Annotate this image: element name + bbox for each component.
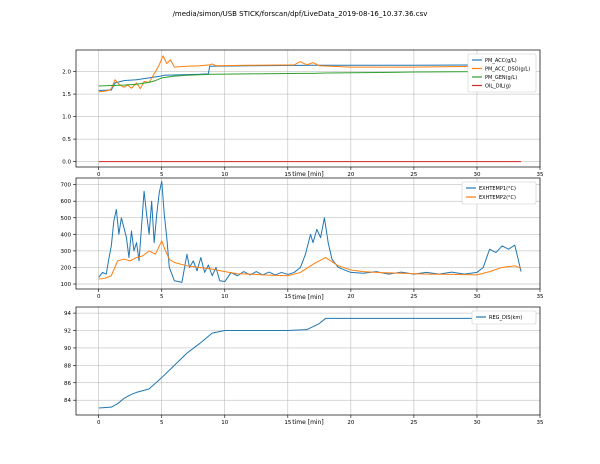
x-tick-label: 0	[97, 172, 101, 178]
y-tick-label: 84	[64, 398, 71, 404]
y-tick-label: 100	[61, 282, 72, 288]
x-tick-label: 35	[537, 172, 544, 178]
legend-label: PM_ACC(g/L)	[485, 58, 517, 64]
x-tick-label: 25	[410, 172, 417, 178]
y-tick-label: 90	[64, 346, 71, 352]
y-tick-label: 600	[61, 199, 72, 205]
grid	[76, 307, 541, 415]
x-tick-label: 35	[537, 420, 544, 426]
x-tick-label: 15	[284, 294, 291, 300]
series-line	[98, 69, 522, 87]
chart-panel-regen-distance: 0 5 10 15 20 25 30 35 84 86 88 90 92 94 time [min] R…	[64, 306, 544, 426]
y-tick-label: 86	[64, 381, 71, 387]
y-tick-label: 200	[61, 265, 72, 271]
legend-label: EXHTEMP1(°C)	[479, 186, 516, 192]
x-tick-label: 0	[97, 294, 101, 300]
x-tick-label: 10	[221, 420, 228, 426]
legend-label: PM_GEN(g/L)	[485, 75, 517, 81]
y-tick-label: 94	[64, 311, 71, 317]
x-tick-label: 30	[473, 294, 480, 300]
legend-label: OIL_DIL(g)	[485, 84, 511, 90]
y-tick-label: 0.0	[62, 160, 71, 166]
x-tick-label: 10	[221, 294, 228, 300]
x-tick-label: 5	[160, 420, 164, 426]
x-tick-label: 15	[284, 420, 291, 426]
y-tick-label: 92	[64, 329, 71, 335]
y-tick-label: 300	[61, 249, 72, 255]
x-tick-label: 25	[410, 294, 417, 300]
x-tick-label: 20	[347, 294, 354, 300]
legend-label: PM_ACC_DSO(g/L)	[485, 67, 530, 73]
y-tick-label: 700	[61, 183, 72, 189]
x-tick-label: 20	[347, 420, 354, 426]
x-tick-label: 15	[284, 172, 291, 178]
x-tick-label: 35	[537, 294, 544, 300]
y-ticks: 84 86 88 90 92 94	[64, 311, 76, 404]
y-tick-label: 1.0	[62, 115, 71, 121]
legend-label: EXHTEMP2(°C)	[479, 195, 516, 201]
chart-panel-pm: 0 5 10 15 20 25 30 35 0.0 0.5 1.0 1.5 2.0 time [min…	[62, 49, 544, 178]
legend: PM_ACC(g/L) PM_ACC_DSO(g/L) PM_GEN(g/L) OIL…	[467, 53, 537, 93]
figure-title: /media/simon/USB STICK/forscan/dpf/LiveD…	[173, 10, 428, 18]
x-tick-label: 10	[221, 172, 228, 178]
x-tick-label: 5	[160, 294, 164, 300]
x-axis-label: time [min]	[292, 419, 323, 426]
y-tick-label: 400	[61, 232, 72, 238]
series-lines	[98, 316, 522, 409]
series-line	[98, 316, 522, 409]
x-tick-label: 30	[473, 420, 480, 426]
x-tick-label: 5	[160, 172, 164, 178]
x-tick-label: 30	[473, 172, 480, 178]
legend: REG_DIS(km)	[471, 310, 537, 325]
y-ticks: 100 200 300 400 500 600 700	[61, 183, 76, 288]
legend: EXHTEMP1(°C) EXHTEMP2(°C)	[461, 181, 537, 205]
x-tick-label: 25	[410, 420, 417, 426]
y-tick-label: 2.0	[62, 70, 71, 76]
x-tick-label: 20	[347, 172, 354, 178]
y-ticks: 0.0 0.5 1.0 1.5 2.0	[62, 70, 76, 166]
y-tick-label: 500	[61, 216, 72, 222]
plot-frame	[75, 306, 541, 416]
figure: /media/simon/USB STICK/forscan/dpf/LiveD…	[61, 10, 544, 426]
legend-label: REG_DIS(km)	[489, 315, 522, 321]
x-tick-label: 0	[97, 420, 101, 426]
y-tick-label: 0.5	[62, 137, 71, 143]
x-axis-label: time [min]	[292, 294, 323, 301]
y-tick-label: 88	[64, 363, 71, 369]
x-axis-label: time [min]	[292, 171, 323, 178]
y-tick-label: 1.5	[62, 92, 71, 98]
chart-panel-exhaust-temp: 0 5 10 15 20 25 30 35 100 200 300 400 500 600 700 tim…	[61, 177, 544, 301]
